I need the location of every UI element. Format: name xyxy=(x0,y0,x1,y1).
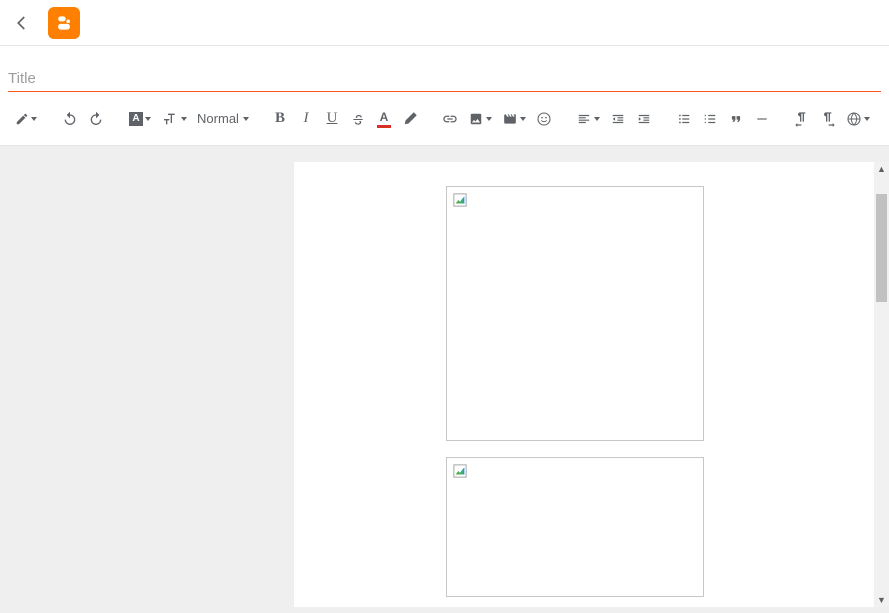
strikethrough-button[interactable] xyxy=(346,105,370,133)
scroll-up-arrow[interactable]: ▲ xyxy=(875,162,888,176)
horizontal-rule-button[interactable] xyxy=(750,105,774,133)
highlight-button[interactable] xyxy=(398,105,422,133)
text-color-button[interactable]: A xyxy=(372,105,396,133)
numbered-list-button[interactable] xyxy=(698,105,722,133)
image-placeholder[interactable] xyxy=(446,186,704,441)
scroll-down-arrow[interactable]: ▼ xyxy=(875,593,888,607)
bullet-list-button[interactable] xyxy=(672,105,696,133)
editor-canvas[interactable]: ▲ ▼ xyxy=(294,162,889,607)
insert-image-dropdown[interactable] xyxy=(464,105,496,133)
input-tools-dropdown[interactable] xyxy=(842,105,874,133)
paragraph-style-dropdown[interactable]: Normal xyxy=(192,105,252,133)
broken-image-icon xyxy=(453,464,467,478)
font-family-dropdown[interactable]: A xyxy=(124,105,156,133)
insert-link-button[interactable] xyxy=(438,105,462,133)
scrollbar-thumb[interactable] xyxy=(876,194,887,302)
image-placeholder[interactable] xyxy=(446,457,704,597)
font-size-dropdown[interactable] xyxy=(158,105,190,133)
italic-button[interactable]: I xyxy=(294,105,318,133)
insert-video-dropdown[interactable] xyxy=(498,105,530,133)
editor-area: ▲ ▼ xyxy=(0,146,889,607)
blogger-logo xyxy=(48,7,80,39)
rtl-button[interactable] xyxy=(816,105,840,133)
compose-mode-dropdown[interactable] xyxy=(10,105,42,133)
formatting-toolbar: A Normal B I U A xyxy=(0,92,889,146)
quote-button[interactable] xyxy=(724,105,748,133)
decrease-indent-button[interactable] xyxy=(606,105,630,133)
left-gutter xyxy=(0,146,294,607)
increase-indent-button[interactable] xyxy=(632,105,656,133)
align-dropdown[interactable] xyxy=(572,105,604,133)
insert-emoji-button[interactable] xyxy=(532,105,556,133)
bold-button[interactable]: B xyxy=(268,105,292,133)
app-header xyxy=(0,0,889,46)
title-bar xyxy=(0,46,889,92)
undo-button[interactable] xyxy=(58,105,82,133)
title-input[interactable] xyxy=(8,66,881,92)
scrollbar[interactable]: ▲ ▼ xyxy=(874,162,889,607)
broken-image-icon xyxy=(453,193,467,207)
underline-button[interactable]: U xyxy=(320,105,344,133)
redo-button[interactable] xyxy=(84,105,108,133)
ltr-button[interactable] xyxy=(790,105,814,133)
back-button[interactable] xyxy=(12,13,32,33)
